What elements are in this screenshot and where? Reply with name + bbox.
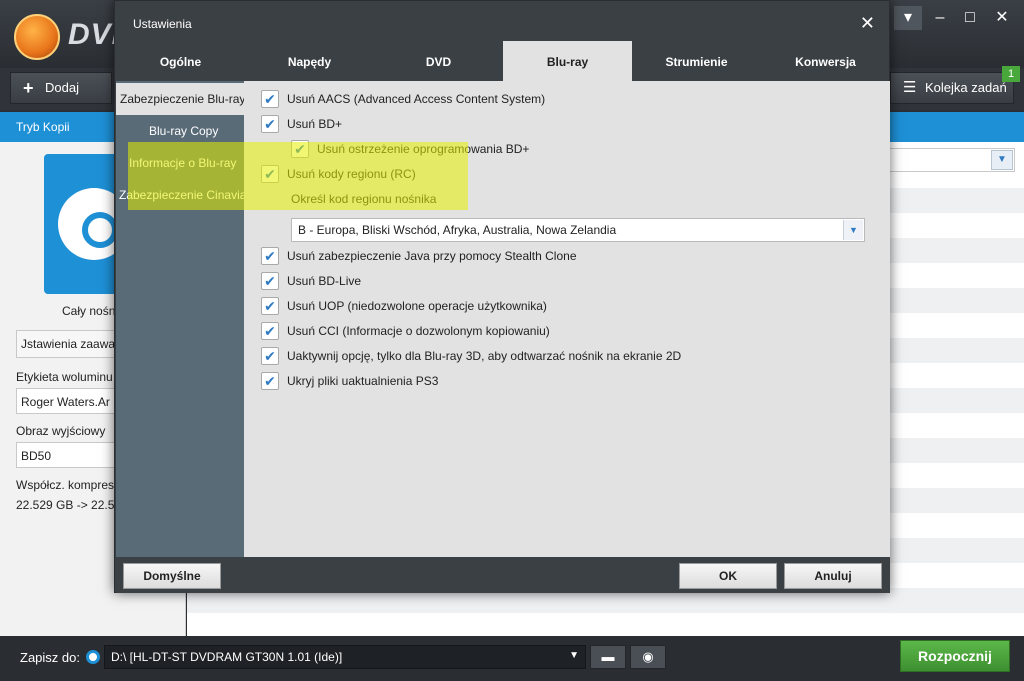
sidebar-item-bluray-protection[interactable]: Zabezpieczenie Blu-ray (116, 83, 244, 115)
browse-folder-button[interactable]: ▬ (590, 645, 626, 669)
task-queue-button[interactable]: ☰ Kolejka zadań (890, 72, 1014, 104)
dialog-close-icon[interactable]: ✕ (860, 13, 875, 34)
folder-icon: ▬ (601, 649, 615, 664)
tab-bluray[interactable]: Blu-ray (503, 41, 632, 81)
queue-count-badge: 1 (1002, 66, 1020, 82)
region-codes-label: Usuń kody regionu (RC) (287, 167, 416, 181)
aacs-checkbox[interactable]: ✔ (261, 90, 279, 108)
settings-dialog: Ustawienia ✕ Ogólne Napędy DVD Blu-ray S… (114, 0, 890, 593)
tab-drives[interactable]: Napędy (245, 41, 374, 81)
output-drive-select[interactable]: D:\ [HL-DT-ST DVDRAM GT30N 1.01 (Ide)] ▼ (104, 645, 586, 669)
uop-label: Usuń UOP (niedozwolone operacje użytkown… (287, 299, 547, 313)
bluray-protection-panel: ✔ Usuń AACS (Advanced Access Content Sys… (244, 81, 890, 557)
aacs-label: Usuń AACS (Advanced Access Content Syste… (287, 92, 546, 106)
region-codes-checkbox[interactable]: ✔ (261, 165, 279, 183)
task-queue-label: Kolejka zadań (925, 80, 1007, 95)
dropdown-menu-icon[interactable]: ▾ (894, 6, 922, 30)
dialog-title: Ustawienia (133, 17, 192, 31)
bdplus-checkbox[interactable]: ✔ (261, 115, 279, 133)
app-logo-icon (14, 14, 60, 60)
ps3-label: Ukryj pliki uaktualnienia PS3 (287, 374, 439, 388)
tab-streams[interactable]: Strumienie (632, 41, 761, 81)
defaults-button[interactable]: Domyślne (123, 563, 221, 589)
only-3d-label: Uaktywnij opcję, tylko dla Blu-ray 3D, a… (287, 349, 682, 363)
plus-icon: + (23, 78, 34, 98)
minimize-icon[interactable]: ‒ (926, 6, 954, 30)
region-caption-label: Określ kod regionu nośnika (291, 192, 437, 206)
tab-general[interactable]: Ogólne (116, 41, 245, 81)
save-to-label: Zapisz do: (20, 650, 80, 665)
only-3d-checkbox[interactable]: ✔ (261, 347, 279, 365)
chevron-down-icon: ▼ (991, 150, 1013, 170)
region-select[interactable]: B - Europa, Bliski Wschód, Afryka, Austr… (291, 218, 865, 242)
title-filter-select[interactable]: ▼ (889, 148, 1015, 172)
sidebar-item-bluray-copy[interactable]: Blu-ray Copy (116, 115, 244, 147)
dialog-footer: Domyślne OK Anuluj (116, 557, 890, 593)
chevron-down-icon: ▼ (843, 220, 863, 240)
maximize-icon[interactable]: □ (956, 6, 984, 30)
java-checkbox[interactable]: ✔ (261, 247, 279, 265)
bottom-bar: Zapisz do: D:\ [HL-DT-ST DVDRAM GT30N 1.… (0, 636, 1024, 681)
disc-settings-button[interactable]: ◉ (630, 645, 666, 669)
list-icon: ☰ (903, 79, 917, 96)
cci-checkbox[interactable]: ✔ (261, 322, 279, 340)
uop-checkbox[interactable]: ✔ (261, 297, 279, 315)
bdplus-label: Usuń BD+ (287, 117, 343, 131)
sidebar-item-cinavia[interactable]: Zabezpieczenie Cinavia (116, 179, 244, 211)
output-drive-value: D:\ [HL-DT-ST DVDRAM GT30N 1.01 (Ide)] (111, 650, 343, 664)
cancel-button[interactable]: Anuluj (784, 563, 882, 589)
chevron-down-icon: ▼ (569, 650, 579, 661)
bdplus-warning-label: Usuń ostrzeżenie oprogramowania BD+ (317, 142, 530, 156)
app-close-icon[interactable]: ✕ (988, 6, 1016, 30)
tab-dvd[interactable]: DVD (374, 41, 503, 81)
settings-tabs: Ogólne Napędy DVD Blu-ray Strumienie Kon… (116, 41, 890, 81)
settings-sidebar: Zabezpieczenie Blu-ray Blu-ray Copy Info… (116, 81, 244, 557)
java-label: Usuń zabezpieczenie Java przy pomocy Ste… (287, 249, 577, 263)
drive-radio[interactable] (86, 650, 100, 664)
copy-mode-label[interactable]: Tryb Kopii (16, 120, 70, 134)
region-select-value: B - Europa, Bliski Wschód, Afryka, Austr… (298, 223, 617, 237)
tab-conversion[interactable]: Konwersja (761, 41, 890, 81)
bdlive-label: Usuń BD-Live (287, 274, 362, 288)
bdlive-checkbox[interactable]: ✔ (261, 272, 279, 290)
disc-gear-icon: ◉ (642, 649, 654, 664)
add-button[interactable]: + Dodaj (10, 72, 112, 104)
ps3-checkbox[interactable]: ✔ (261, 372, 279, 390)
bdplus-warning-checkbox[interactable]: ✔ (291, 140, 309, 158)
add-button-label: Dodaj (45, 80, 79, 95)
start-button[interactable]: Rozpocznij (900, 640, 1010, 672)
ok-button[interactable]: OK (679, 563, 777, 589)
cci-label: Usuń CCI (Informacje o dozwolonym kopiow… (287, 324, 550, 338)
sidebar-item-bluray-info[interactable]: Informacje o Blu-ray (116, 147, 244, 179)
